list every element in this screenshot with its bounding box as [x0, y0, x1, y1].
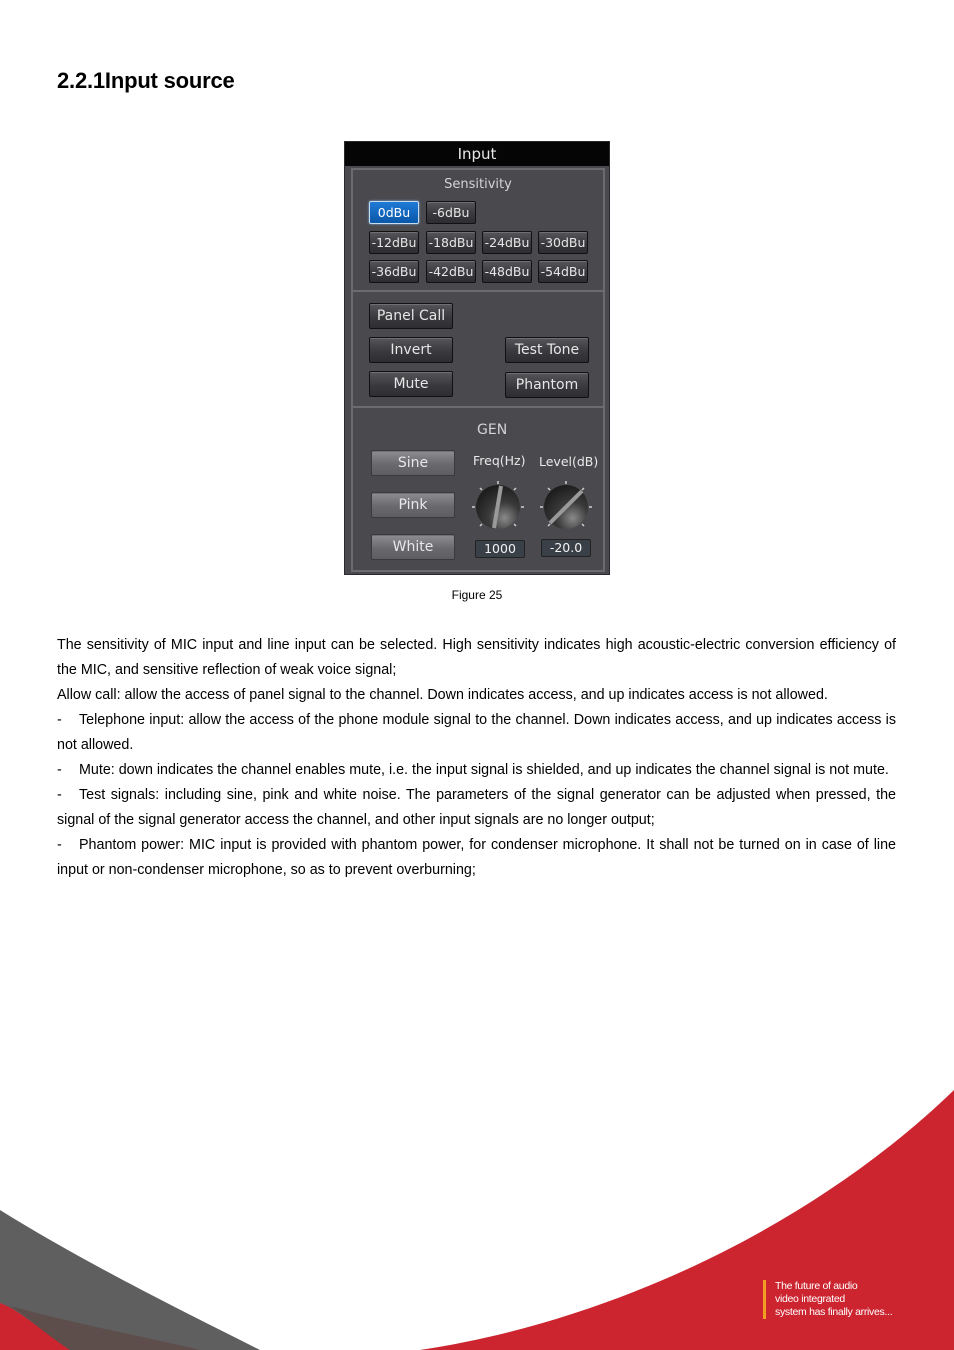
body-text: The sensitivity of MIC input and line in…: [57, 633, 896, 883]
pink-button[interactable]: Pink: [371, 492, 455, 518]
tagline-line-1: The future of audio: [775, 1280, 858, 1292]
bullet-text: Mute: down indicates the channel enables…: [79, 762, 889, 778]
input-panel: Input Sensitivity 0dBu -6dBu -12dBu -18d…: [344, 141, 610, 575]
mute-button[interactable]: Mute: [369, 371, 453, 397]
sensitivity-minus6dbu-button[interactable]: -6dBu: [426, 201, 476, 224]
section-heading: 2.2.1Input source: [57, 68, 235, 93]
bullet-item: - Test signals: including sine, pink and …: [57, 783, 896, 833]
sensitivity-0dbu-button[interactable]: 0dBu: [369, 201, 419, 224]
freq-value[interactable]: 1000: [475, 540, 525, 558]
sensitivity-minus42dbu-button[interactable]: -42dBu: [426, 260, 476, 283]
sensitivity-section: Sensitivity 0dBu -6dBu -12dBu -18dBu -24…: [351, 168, 605, 292]
tagline-line-2: video integrated: [775, 1293, 845, 1305]
sensitivity-minus48dbu-button[interactable]: -48dBu: [482, 260, 532, 283]
bullet-text: Phantom power: MIC input is provided wit…: [57, 837, 896, 878]
sensitivity-minus12dbu-button[interactable]: -12dBu: [369, 231, 419, 254]
sine-button[interactable]: Sine: [371, 450, 455, 476]
bullet-item: - Mute: down indicates the channel enable…: [57, 758, 896, 783]
freq-knob[interactable]: [469, 478, 527, 536]
panel-call-button[interactable]: Panel Call: [369, 303, 453, 329]
gen-label: GEN: [477, 422, 508, 438]
bullet-marker: -: [57, 787, 62, 803]
test-tone-button[interactable]: Test Tone: [505, 337, 589, 363]
footer-tagline: The future of audio video integrated sys…: [763, 1280, 893, 1319]
gen-section: GEN Sine Pink White Freq(Hz) Level(dB) 1…: [351, 406, 605, 572]
freq-label: Freq(Hz): [473, 453, 526, 468]
level-knob[interactable]: [537, 478, 595, 536]
bullet-text: Test signals: including sine, pink and w…: [57, 787, 896, 828]
invert-button[interactable]: Invert: [369, 337, 453, 363]
bullet-marker: -: [57, 712, 62, 728]
sensitivity-minus24dbu-button[interactable]: -24dBu: [482, 231, 532, 254]
bullet-marker: -: [57, 762, 62, 778]
sensitivity-minus54dbu-button[interactable]: -54dBu: [538, 260, 588, 283]
bullet-item: - Phantom power: MIC input is provided wi…: [57, 833, 896, 883]
panel-title: Input: [345, 142, 609, 166]
white-button[interactable]: White: [371, 534, 455, 560]
tagline-line-3: system has finally arrives...: [775, 1306, 893, 1318]
figure-caption: Figure 25: [451, 588, 503, 602]
sensitivity-minus18dbu-button[interactable]: -18dBu: [426, 231, 476, 254]
bullet-text: Telephone input: allow the access of the…: [57, 712, 896, 753]
paragraph-sensitivity: The sensitivity of MIC input and line in…: [57, 637, 896, 678]
sensitivity-minus30dbu-button[interactable]: -30dBu: [538, 231, 588, 254]
sensitivity-label: Sensitivity: [444, 177, 512, 192]
controls-section: Panel Call Invert Mute Test Tone Phantom: [351, 290, 605, 408]
bullet-marker: -: [57, 837, 62, 853]
phantom-button[interactable]: Phantom: [505, 372, 589, 398]
sensitivity-minus36dbu-button[interactable]: -36dBu: [369, 260, 419, 283]
paragraph-allow-call: Allow call: allow the access of panel si…: [57, 687, 828, 703]
bullet-item: - Telephone input: allow the access of th…: [57, 708, 896, 758]
level-label: Level(dB): [539, 454, 599, 469]
level-value[interactable]: -20.0: [541, 539, 591, 557]
